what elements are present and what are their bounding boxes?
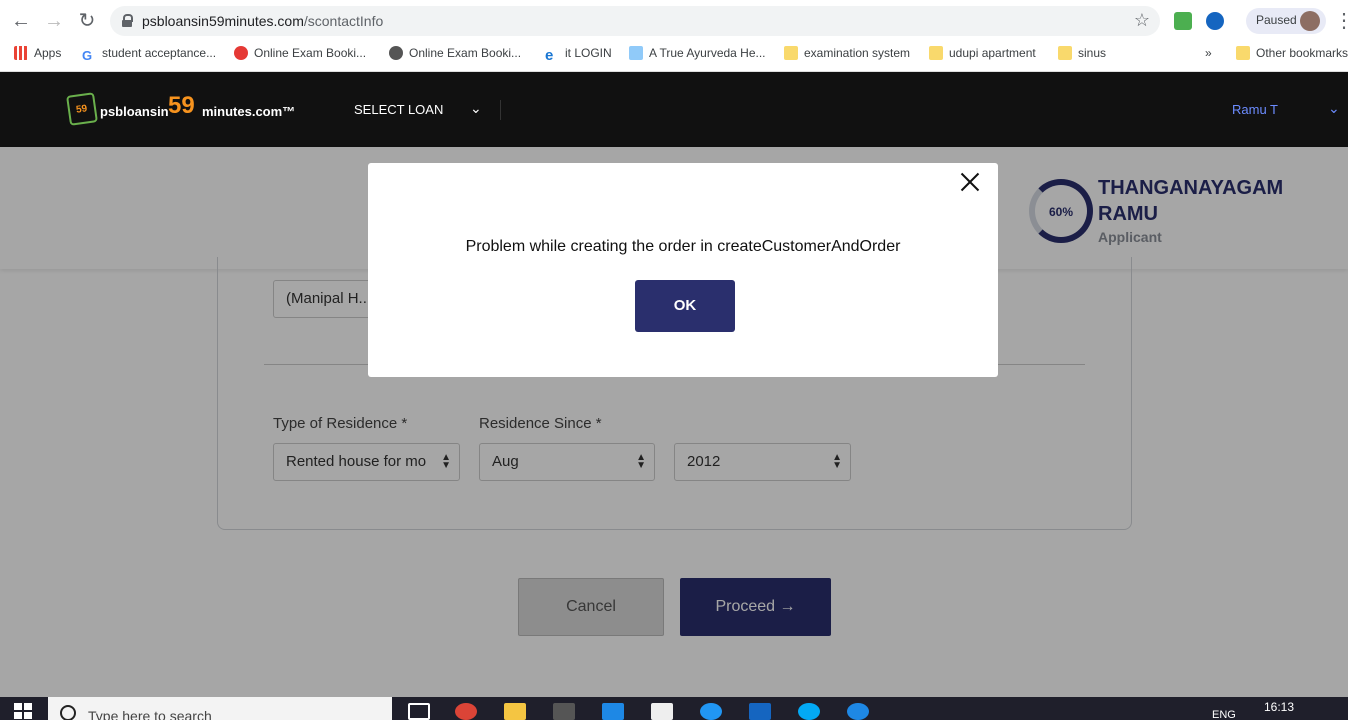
- app-icon[interactable]: [602, 703, 624, 720]
- other-bookmarks[interactable]: Other bookmarks: [1236, 46, 1348, 60]
- store-icon[interactable]: [553, 703, 575, 720]
- ie-icon[interactable]: [847, 703, 869, 720]
- extension-icon[interactable]: [1206, 12, 1224, 30]
- folder-icon: [1236, 46, 1250, 60]
- close-icon[interactable]: [958, 170, 982, 194]
- folder-icon: [929, 46, 943, 60]
- google-icon: G: [82, 48, 93, 63]
- mail-icon[interactable]: [651, 703, 673, 720]
- windows-taskbar: Type here to search ENG 16:13: [0, 697, 1348, 721]
- taskbar-search-input[interactable]: Type here to search: [48, 697, 392, 720]
- bookmark-folder[interactable]: sinus: [1058, 46, 1106, 60]
- task-view-icon[interactable]: [408, 703, 430, 720]
- bookmark-item[interactable]: Online Exam Booki...: [389, 46, 521, 60]
- outlook-icon[interactable]: [749, 703, 771, 720]
- extension-icon[interactable]: [1174, 12, 1192, 30]
- app-header: 59 psbloansin 59 minutes.com™: [0, 72, 1348, 147]
- edge-icon[interactable]: [700, 703, 722, 720]
- bookmark-folder[interactable]: udupi apartment: [929, 46, 1036, 60]
- bookmarks-bar: Apps Gstudent acceptance... Online Exam …: [0, 42, 1348, 64]
- windows-start-icon[interactable]: [14, 703, 32, 720]
- chevron-down-icon[interactable]: ⌄: [470, 100, 482, 117]
- folder-icon: [1058, 46, 1072, 60]
- globe-icon: [389, 46, 403, 60]
- bookmark-item[interactable]: Online Exam Booki...: [234, 46, 366, 60]
- select-loan-menu[interactable]: SELECT LOAN: [354, 102, 443, 117]
- ok-button[interactable]: OK: [635, 280, 735, 332]
- bookmark-star-icon[interactable]: ☆: [1134, 10, 1150, 31]
- site-icon: [629, 46, 643, 60]
- bookmark-item[interactable]: Gstudent acceptance...: [82, 46, 216, 63]
- user-menu[interactable]: Ramu T: [1232, 102, 1278, 117]
- lock-icon: [122, 14, 133, 27]
- bookmark-item[interactable]: A True Ayurveda He...: [629, 46, 766, 60]
- bookmark-apps[interactable]: Apps: [14, 46, 61, 60]
- profile-button[interactable]: Paused: [1246, 8, 1326, 34]
- clock[interactable]: 16:13: [1264, 700, 1294, 714]
- reload-icon[interactable]: ↻: [75, 9, 99, 33]
- chevron-down-icon[interactable]: ⌄: [1328, 100, 1340, 117]
- back-icon[interactable]: ←: [9, 9, 33, 33]
- error-dialog: [368, 163, 998, 377]
- divider: [500, 100, 501, 120]
- menu-kebab-icon[interactable]: ⋮: [1334, 9, 1348, 33]
- address-bar[interactable]: psbloansin59minutes.com/scontactInfo ☆: [110, 6, 1160, 36]
- search-icon: [60, 705, 76, 720]
- logo-badge-icon: 59: [66, 92, 98, 126]
- error-message: Problem while creating the order in crea…: [465, 238, 901, 255]
- bookmark-folder[interactable]: examination system: [784, 46, 910, 60]
- forward-icon[interactable]: →: [42, 9, 66, 33]
- skype-icon[interactable]: [798, 703, 820, 720]
- file-explorer-icon[interactable]: [504, 703, 526, 720]
- url-text: psbloansin59minutes.com/scontactInfo: [142, 13, 384, 29]
- bookmark-item[interactable]: e it LOGIN: [545, 46, 612, 64]
- bookmarks-overflow[interactable]: »: [1205, 46, 1212, 60]
- folder-icon: [784, 46, 798, 60]
- ie-icon: e: [545, 47, 554, 64]
- browser-chrome: ← → ↻ psbloansin59minutes.com/scontactIn…: [0, 0, 1348, 72]
- language-indicator[interactable]: ENG: [1212, 709, 1236, 721]
- apps-grid-icon: [14, 46, 28, 60]
- chrome-icon[interactable]: [455, 703, 477, 720]
- avatar: [1300, 11, 1320, 31]
- airtel-icon: [234, 46, 248, 60]
